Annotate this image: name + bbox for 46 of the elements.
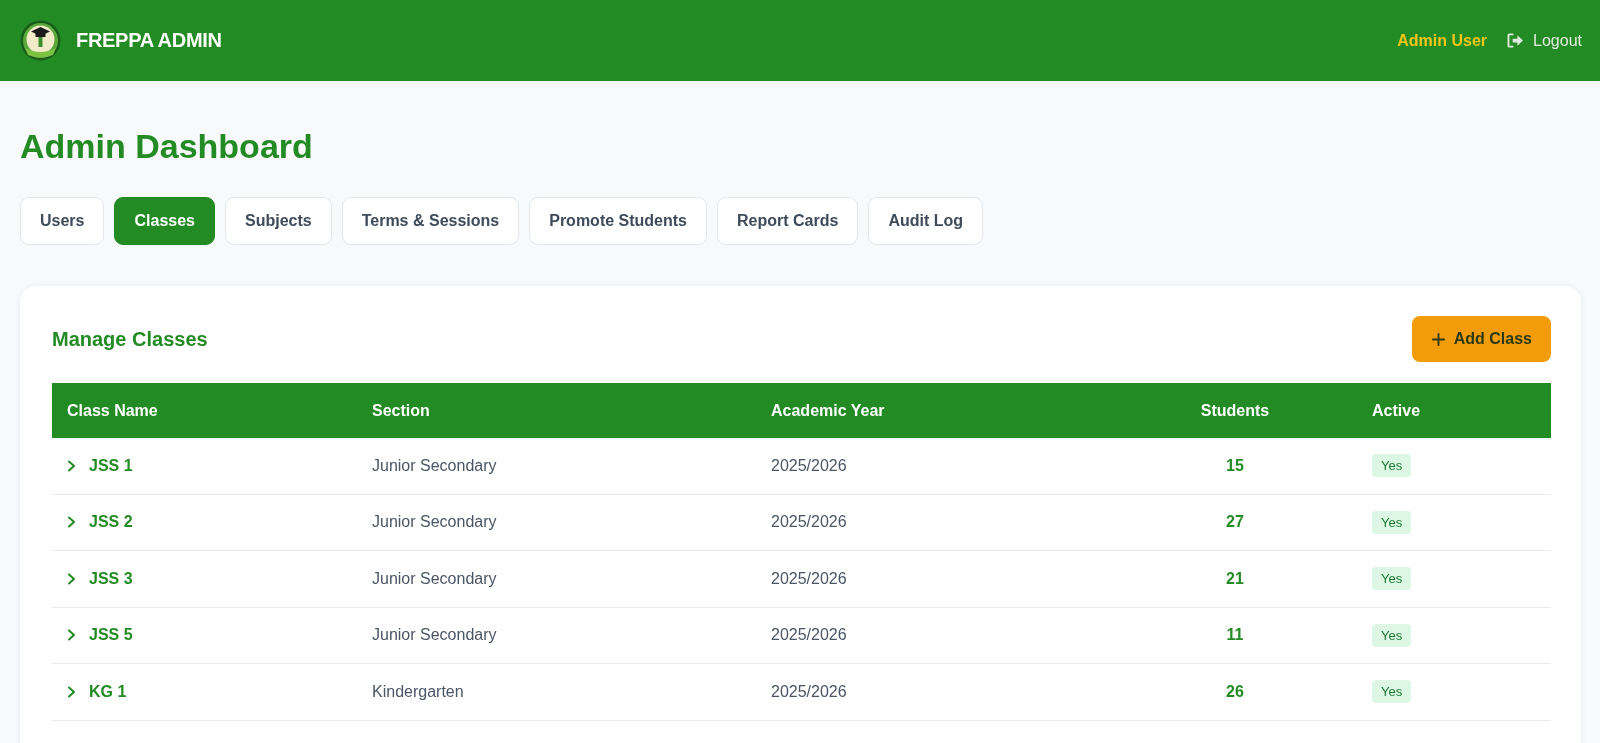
- academic-year-cell: 2025/2026: [771, 513, 847, 532]
- nav-tab[interactable]: Terms & Sessions: [341, 197, 520, 245]
- academic-year-cell: 2025/2026: [771, 626, 847, 645]
- section-title: Manage Classes: [52, 327, 208, 351]
- nav-tab[interactable]: Audit Log: [868, 197, 983, 245]
- plus-icon: [1431, 332, 1445, 346]
- logout-icon: [1507, 33, 1525, 48]
- student-count-cell: 27: [1226, 513, 1244, 532]
- academic-year-cell: 2025/2026: [771, 682, 847, 701]
- student-count-cell: 21: [1226, 569, 1244, 588]
- add-class-button[interactable]: Add Class: [1411, 316, 1551, 362]
- section-cell: Junior Secondary: [372, 456, 497, 475]
- active-status-badge: Yes: [1372, 623, 1412, 647]
- logout-button[interactable]: Logout: [1507, 31, 1582, 50]
- student-count-cell: 15: [1226, 456, 1244, 475]
- section-cell: Junior Secondary: [372, 513, 497, 532]
- user-name: Admin User: [1397, 31, 1488, 50]
- student-count-cell: 26: [1226, 682, 1244, 701]
- active-status-badge: Yes: [1372, 454, 1412, 478]
- class-expand-toggle[interactable]: KG 1: [67, 682, 127, 701]
- class-expand-toggle[interactable]: JSS 5: [67, 626, 133, 645]
- section-cell: Kindergarten: [372, 682, 464, 701]
- column-header: Students: [1199, 401, 1271, 420]
- column-header: Active: [1371, 401, 1422, 420]
- academic-year-cell: 2025/2026: [771, 456, 847, 475]
- nav-tab[interactable]: Report Cards: [717, 197, 859, 245]
- nav-tab[interactable]: Promote Students: [529, 197, 707, 245]
- active-status-badge: Yes: [1372, 567, 1412, 591]
- column-header: Section: [371, 401, 431, 420]
- brand-name: FREPPA ADMIN: [76, 29, 222, 52]
- page-title: Admin Dashboard: [20, 127, 313, 165]
- nav-tab[interactable]: Subjects: [225, 197, 332, 245]
- column-header: Class Name: [66, 401, 159, 420]
- class-expand-toggle[interactable]: JSS 1: [67, 456, 133, 475]
- academic-year-cell: 2025/2026: [771, 569, 847, 588]
- active-status-badge: Yes: [1372, 680, 1412, 704]
- column-header: Academic Year: [770, 401, 886, 420]
- student-count-cell: 11: [1226, 626, 1244, 645]
- class-expand-toggle[interactable]: JSS 3: [67, 569, 133, 588]
- school-emblem-icon: [20, 20, 61, 61]
- active-status-badge: Yes: [1372, 510, 1412, 534]
- class-expand-toggle[interactable]: JSS 2: [67, 513, 133, 532]
- nav-tab[interactable]: Classes: [114, 197, 215, 245]
- nav-tab[interactable]: Users: [20, 197, 105, 245]
- section-cell: Junior Secondary: [372, 569, 497, 588]
- section-cell: Junior Secondary: [372, 626, 497, 645]
